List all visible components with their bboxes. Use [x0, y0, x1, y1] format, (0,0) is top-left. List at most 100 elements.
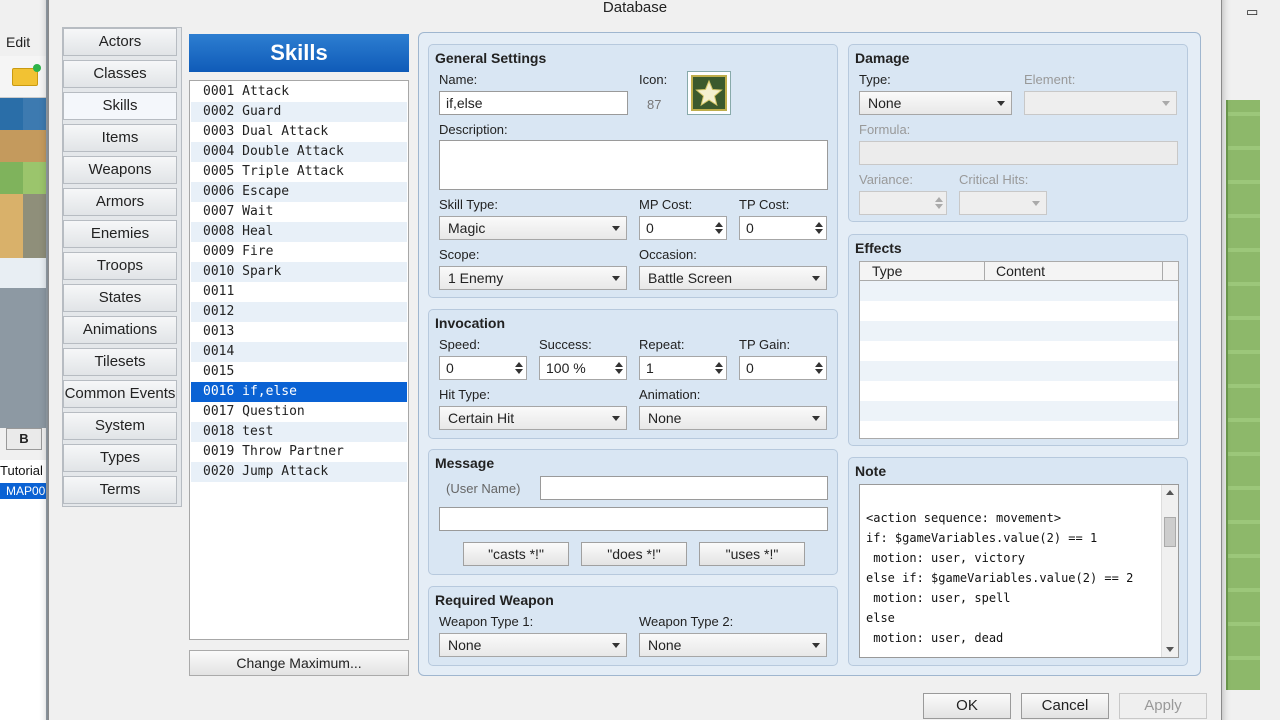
tp-cost-stepper[interactable]: 0	[739, 216, 827, 240]
map-tree-project[interactable]: Tutorial	[0, 463, 43, 478]
new-folder-icon[interactable]	[12, 64, 41, 86]
formula-input[interactable]	[859, 141, 1178, 165]
list-item[interactable]: 0013	[191, 322, 407, 342]
nav-system[interactable]: System	[63, 412, 177, 440]
list-item[interactable]: 0009 Fire	[191, 242, 407, 262]
scroll-thumb[interactable]	[1164, 517, 1176, 547]
effects-col-content[interactable]: Content	[996, 263, 1045, 279]
spin-down-icon[interactable]	[715, 369, 723, 374]
spin-down-icon[interactable]	[715, 229, 723, 234]
nav-actors[interactable]: Actors	[63, 28, 177, 56]
tp-gain-stepper[interactable]: 0	[739, 356, 827, 380]
nav-skills[interactable]: Skills	[63, 92, 177, 120]
spin-up-icon[interactable]	[935, 197, 943, 202]
nav-animations[interactable]: Animations	[63, 316, 177, 344]
scroll-down-icon[interactable]	[1166, 647, 1174, 652]
uses-button[interactable]: "uses *!"	[699, 542, 805, 566]
element-select[interactable]	[1024, 91, 1177, 115]
list-item[interactable]: 0007 Wait	[191, 202, 407, 222]
list-item[interactable]: 0018 test	[191, 422, 407, 442]
list-item[interactable]: 0016 if,else	[191, 382, 407, 402]
list-item[interactable]: 0020 Jump Attack	[191, 462, 407, 482]
description-input[interactable]	[439, 140, 828, 190]
casts-button[interactable]: "casts *!"	[463, 542, 569, 566]
list-item[interactable]: 0002 Guard	[191, 102, 407, 122]
list-item[interactable]: 0019 Throw Partner	[191, 442, 407, 462]
critical-hits-select[interactable]	[959, 191, 1047, 215]
animation-select[interactable]: None	[639, 406, 827, 430]
spin-down-icon[interactable]	[935, 204, 943, 209]
message-line2-input[interactable]	[439, 507, 828, 531]
list-item[interactable]: 0004 Double Attack	[191, 142, 407, 162]
message-line1-input[interactable]	[540, 476, 828, 500]
menu-edit[interactable]: Edit	[0, 30, 46, 56]
occasion-select[interactable]: Battle Screen	[639, 266, 827, 290]
list-item[interactable]: 0003 Dual Attack	[191, 122, 407, 142]
speed-stepper[interactable]: 0	[439, 356, 527, 380]
maximize-icon[interactable]: ▭	[1246, 4, 1258, 20]
table-row[interactable]	[860, 361, 1178, 381]
scope-select[interactable]: 1 Enemy	[439, 266, 627, 290]
list-item[interactable]: 0001 Attack	[191, 82, 407, 102]
tileset-palette[interactable]	[0, 98, 46, 288]
repeat-stepper[interactable]: 1	[639, 356, 727, 380]
spin-down-icon[interactable]	[515, 369, 523, 374]
nav-armors[interactable]: Armors	[63, 188, 177, 216]
list-item[interactable]: 0010 Spark	[191, 262, 407, 282]
spin-down-icon[interactable]	[815, 369, 823, 374]
nav-enemies[interactable]: Enemies	[63, 220, 177, 248]
weapon-type2-select[interactable]: None	[639, 633, 827, 657]
list-item[interactable]: 0017 Question	[191, 402, 407, 422]
list-item[interactable]: 0014	[191, 342, 407, 362]
spin-up-icon[interactable]	[615, 362, 623, 367]
change-maximum-button[interactable]: Change Maximum...	[189, 650, 409, 676]
spin-down-icon[interactable]	[615, 369, 623, 374]
nav-common-events[interactable]: Common Events	[63, 380, 177, 408]
scroll-up-icon[interactable]	[1166, 490, 1174, 495]
nav-states[interactable]: States	[63, 284, 177, 312]
skill-type-select[interactable]: Magic	[439, 216, 627, 240]
table-row[interactable]	[860, 401, 1178, 421]
map-tree-selected[interactable]: MAP001	[0, 483, 46, 499]
name-input[interactable]: if,else	[439, 91, 628, 115]
effects-col-type[interactable]: Type	[872, 263, 902, 279]
nav-items[interactable]: Items	[63, 124, 177, 152]
spin-up-icon[interactable]	[815, 222, 823, 227]
spin-up-icon[interactable]	[515, 362, 523, 367]
nav-types[interactable]: Types	[63, 444, 177, 472]
damage-type-select[interactable]: None	[859, 91, 1012, 115]
icon-picker[interactable]	[687, 71, 731, 115]
mp-cost-stepper[interactable]: 0	[639, 216, 727, 240]
list-item[interactable]: 0015	[191, 362, 407, 382]
list-item[interactable]: 0006 Escape	[191, 182, 407, 202]
table-row[interactable]	[860, 321, 1178, 341]
nav-classes[interactable]: Classes	[63, 60, 177, 88]
spin-up-icon[interactable]	[815, 362, 823, 367]
nav-weapons[interactable]: Weapons	[63, 156, 177, 184]
note-line: motion: user, victory	[866, 551, 1025, 565]
spin-up-icon[interactable]	[715, 222, 723, 227]
does-button[interactable]: "does *!"	[581, 542, 687, 566]
spin-up-icon[interactable]	[715, 362, 723, 367]
weapon-type1-select[interactable]: None	[439, 633, 627, 657]
list-item[interactable]: 0008 Heal	[191, 222, 407, 242]
spin-down-icon[interactable]	[815, 229, 823, 234]
tab-b[interactable]: B	[6, 428, 42, 450]
effects-table-body[interactable]	[859, 281, 1179, 439]
nav-terms[interactable]: Terms	[63, 476, 177, 504]
table-row[interactable]	[860, 281, 1178, 301]
success-stepper[interactable]: 100 %	[539, 356, 627, 380]
hit-type-select[interactable]: Certain Hit	[439, 406, 627, 430]
nav-troops[interactable]: Troops	[63, 252, 177, 280]
skill-list[interactable]: 0001 Attack 0002 Guard 0003 Dual Attack 000…	[189, 80, 409, 640]
apply-button[interactable]: Apply	[1119, 693, 1207, 719]
nav-tilesets[interactable]: Tilesets	[63, 348, 177, 376]
note-scrollbar[interactable]	[1161, 485, 1178, 657]
variance-stepper[interactable]	[859, 191, 947, 215]
cancel-button[interactable]: Cancel	[1021, 693, 1109, 719]
list-item[interactable]: 0005 Triple Attack	[191, 162, 407, 182]
list-item[interactable]: 0011	[191, 282, 407, 302]
list-item[interactable]: 0012	[191, 302, 407, 322]
note-textarea[interactable]: <action sequence: movement> if: $gameVari…	[859, 484, 1179, 658]
ok-button[interactable]: OK	[923, 693, 1011, 719]
